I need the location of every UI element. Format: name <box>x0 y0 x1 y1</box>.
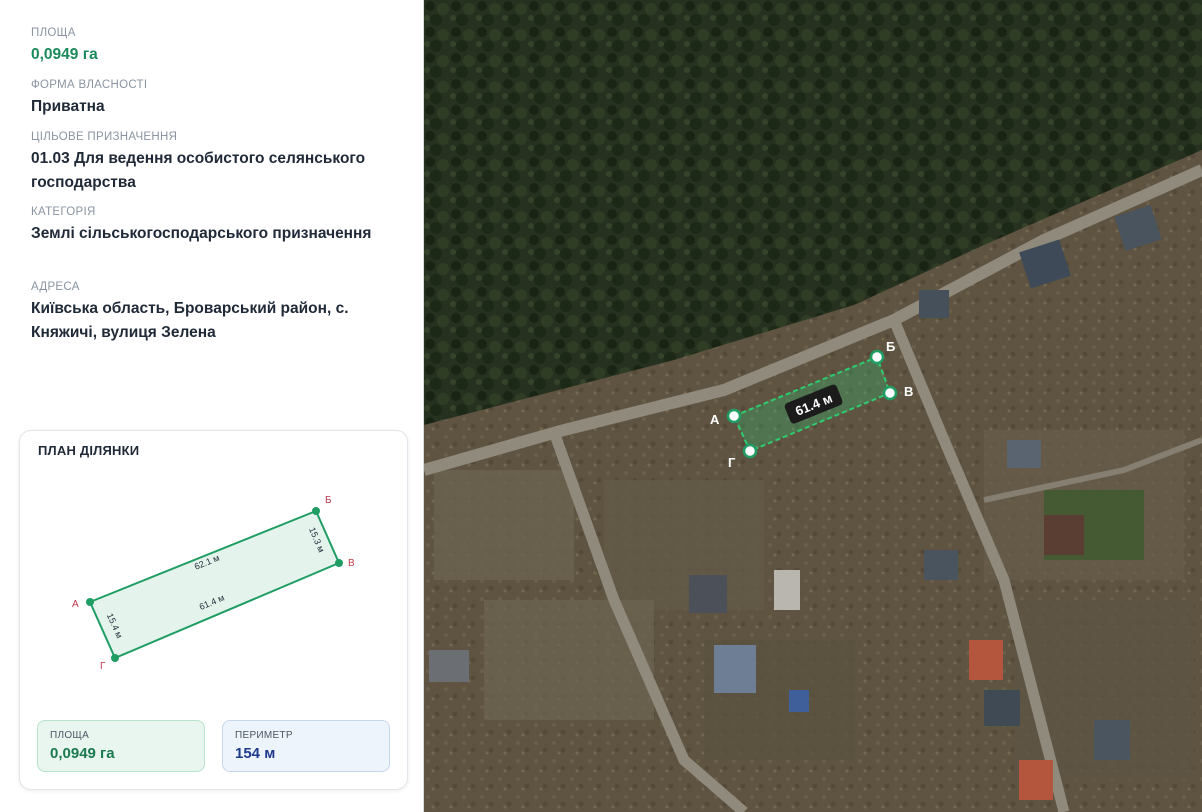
map-house <box>1094 720 1130 760</box>
category-value: Землі сільськогосподарського призначення <box>31 225 372 242</box>
map-yard <box>434 470 574 580</box>
map-house <box>919 290 949 318</box>
category-label: КАТЕГОРІЯ <box>31 206 96 218</box>
plan-point-b-label: Б <box>325 495 332 506</box>
map-yard <box>604 480 764 610</box>
plan-point-a-label: А <box>72 599 79 610</box>
address-value: Київська область, Броварський район, с. … <box>31 300 349 341</box>
area-label: ПЛОЩА <box>31 27 76 39</box>
map-house <box>789 690 809 712</box>
ownership-label: ФОРМА ВЛАСНОСТІ <box>31 79 148 91</box>
address-field: АДРЕСА Київська область, Броварський рай… <box>31 280 411 345</box>
ownership-value: Приватна <box>31 98 105 115</box>
map-house <box>689 575 727 613</box>
plan-parcel-shape <box>88 509 341 660</box>
purpose-field: ЦІЛЬОВЕ ПРИЗНАЧЕННЯ 01.03 Для ведення ос… <box>31 130 411 195</box>
map-point-g-label: Г <box>728 455 736 470</box>
map-house <box>969 640 1003 680</box>
map-yard <box>484 600 654 720</box>
map-house <box>774 570 800 610</box>
category-field: КАТЕГОРІЯ Землі сільськогосподарського п… <box>31 205 411 246</box>
plan-point-g-label: Г <box>100 661 106 672</box>
map-vertex-v-handle[interactable] <box>882 385 898 401</box>
map-point-v-label: В <box>904 384 913 399</box>
plan-perimeter-stat-value: 154 м <box>235 745 276 762</box>
map-house <box>1044 515 1084 555</box>
plan-area-stat: ПЛОЩА 0,0949 га <box>37 720 205 772</box>
purpose-value: 01.03 Для ведення особистого селянського… <box>31 150 366 191</box>
map-vertex-a-handle[interactable] <box>726 408 742 424</box>
map-house <box>984 690 1020 726</box>
map-house <box>714 645 756 693</box>
map-point-b-label: Б <box>886 339 895 354</box>
parcel-plan-diagram: А Б В Г 62.1 м 15.3 м 61.4 м 15.4 м <box>72 495 355 672</box>
plan-perimeter-stat-label: ПЕРИМЕТР <box>235 730 293 741</box>
map-house <box>429 650 469 682</box>
area-field: ПЛОЩА 0,0949 га <box>31 26 411 67</box>
parcel-plan-card: ПЛАН ДІЛЯНКИ А Б В Г 62.1 м 15.3 м 61.4 … <box>19 430 408 790</box>
map-house <box>1007 440 1041 468</box>
plan-vertex-g <box>111 654 119 662</box>
plan-perimeter-stat: ПЕРИМЕТР 154 м <box>222 720 390 772</box>
map-vertex-b-handle[interactable] <box>869 349 885 365</box>
purpose-label: ЦІЛЬОВЕ ПРИЗНАЧЕННЯ <box>31 131 178 143</box>
map-house <box>924 550 958 580</box>
plan-vertex-a <box>86 598 94 606</box>
map-house <box>1019 760 1053 800</box>
plan-area-stat-value: 0,0949 га <box>50 745 115 762</box>
area-value: 0,0949 га <box>31 46 98 63</box>
ownership-field: ФОРМА ВЛАСНОСТІ Приватна <box>31 78 411 119</box>
address-label: АДРЕСА <box>31 281 80 293</box>
plan-point-v-label: В <box>348 558 355 569</box>
satellite-map[interactable]: А Б В Г 61.4 м <box>424 0 1202 812</box>
plan-area-stat-label: ПЛОЩА <box>50 730 90 741</box>
map-vertex-g-handle[interactable] <box>742 443 758 459</box>
plan-vertex-b <box>312 507 320 515</box>
plan-vertex-v <box>335 559 343 567</box>
map-point-a-label: А <box>710 412 720 427</box>
parcel-info-panel: ПЛОЩА 0,0949 га ФОРМА ВЛАСНОСТІ Приватна… <box>0 0 424 812</box>
